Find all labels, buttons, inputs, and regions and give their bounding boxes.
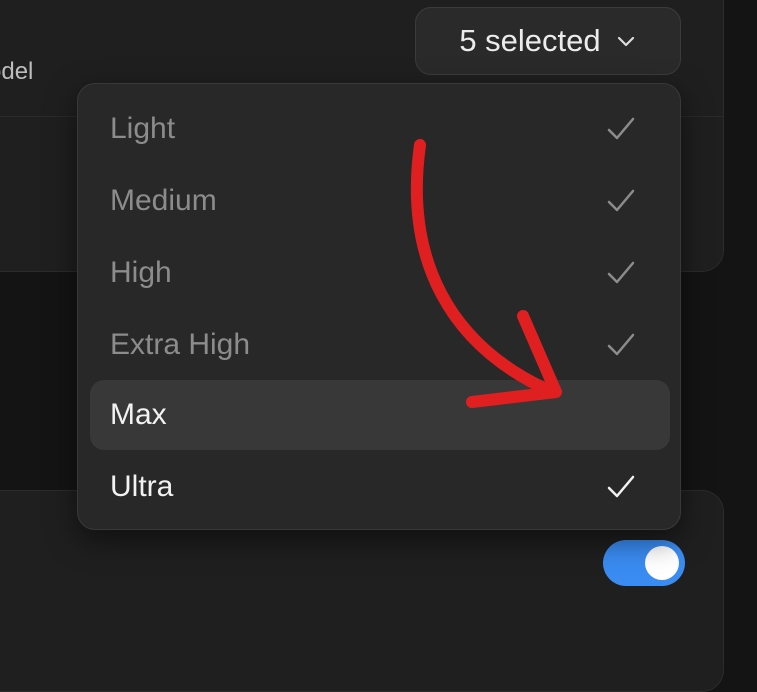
check-icon: [607, 475, 635, 498]
chevron-down-icon: [617, 36, 634, 47]
select-value: 5 selected: [459, 23, 601, 58]
check-icon: [607, 189, 635, 212]
dropdown-menu: Light Medium High Extra High Max Ultra: [77, 83, 681, 530]
option-extra-high[interactable]: Extra High: [90, 310, 670, 380]
option-label: High: [110, 256, 172, 289]
option-label: Ultra: [110, 470, 174, 503]
option-label: Light: [110, 112, 176, 145]
model-label: odel: [0, 58, 34, 85]
option-label: Medium: [110, 184, 217, 217]
option-light[interactable]: Light: [90, 94, 670, 164]
check-icon: [607, 261, 635, 284]
option-ultra[interactable]: Ultra: [90, 452, 670, 522]
option-label: Extra High: [110, 328, 251, 361]
effort-select-dropdown[interactable]: 5 selected: [415, 7, 681, 75]
check-icon: [607, 333, 635, 356]
option-max[interactable]: Max: [90, 380, 670, 450]
check-icon: [607, 117, 635, 140]
feature-toggle[interactable]: [603, 540, 685, 586]
option-medium[interactable]: Medium: [90, 166, 670, 236]
option-label: Max: [110, 398, 167, 431]
option-high[interactable]: High: [90, 238, 670, 308]
toggle-knob: [645, 546, 679, 580]
